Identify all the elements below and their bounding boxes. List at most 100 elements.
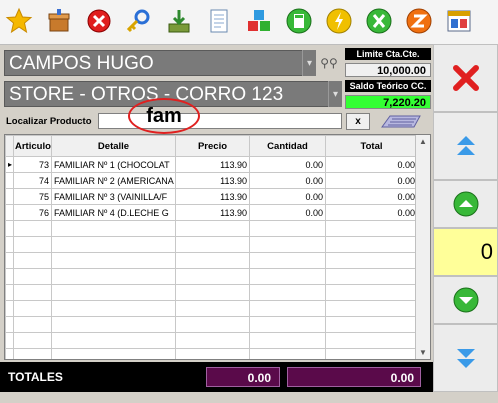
customer-select[interactable]: CAMPOS HUGO [4,50,316,76]
cell-total [325,300,418,317]
cell-detalle: FAMILIAR Nº 1 (CHOCOLAT [51,156,176,173]
cell-precio: 113.90 [175,188,250,205]
cell-total [325,236,418,253]
cell-articulo [13,316,52,333]
double-chevron-down-icon [456,349,475,368]
column-header-cantidad[interactable]: Cantidad [249,135,326,157]
arrow-up-icon [453,191,478,217]
cell-cantidad[interactable] [249,220,326,237]
cell-cantidad[interactable] [249,332,326,349]
window-icon[interactable] [444,6,474,36]
table-row[interactable] [5,268,418,285]
totals-quantity: 0.00 [206,367,280,387]
page-up-button[interactable] [433,112,498,180]
cell-detalle [51,348,176,359]
binoculars-icon[interactable]: ⚲⚲ [318,53,340,73]
lightning-icon[interactable] [324,6,354,36]
cell-precio [175,348,250,359]
cell-total [325,220,418,237]
cell-cantidad[interactable] [249,252,326,269]
document-icon[interactable] [204,6,234,36]
table-row[interactable]: 74 FAMILIAR Nº 2 (AMERICANA 113.90 0.00 0.00 [5,172,418,189]
cell-detalle [51,220,176,237]
column-header-detalle[interactable]: Detalle [51,135,176,157]
cell-cantidad[interactable] [249,268,326,285]
table-row[interactable]: 76 FAMILIAR Nº 4 (D.LECHE G 113.90 0.00 0.00 [5,204,418,221]
scroll-down-icon[interactable]: ▼ [419,348,427,357]
cell-cantidad[interactable] [249,316,326,333]
cell-total [325,316,418,333]
cell-detalle [51,332,176,349]
table-row[interactable]: 75 FAMILIAR Nº 3 (VAINILLA/F 113.90 0.00 0.0… [5,188,418,205]
download-icon[interactable] [164,6,194,36]
table-row[interactable]: ▸ 73 FAMILIAR Nº 1 (CHOCOLAT 113.90 0.00 0.00 [5,156,418,173]
cell-indicator: ▸ [5,156,14,173]
keyboard-icon[interactable] [378,112,424,131]
cell-articulo: 74 [13,172,52,189]
totals-bar: TOTALES 0.00 0.00 [0,362,433,392]
scroll-up-icon[interactable]: ▲ [419,137,427,146]
cell-total: 0.00 [325,156,418,173]
cell-indicator [5,348,14,359]
zeta-icon[interactable] [404,6,434,36]
products-table: Articulo Detalle Precio Cantidad Total ▸… [4,134,431,360]
table-row[interactable] [5,284,418,301]
cell-indicator [5,300,14,317]
clear-search-button[interactable]: x [346,113,370,130]
cell-articulo: 73 [13,156,52,173]
column-header-articulo[interactable]: Articulo [13,135,52,157]
close-button[interactable] [433,44,498,112]
key-search-icon[interactable] [124,6,154,36]
page-down-button[interactable] [433,324,498,392]
search-annotation: fam [128,98,200,134]
table-row[interactable] [5,332,418,349]
box-icon[interactable] [44,6,74,36]
cell-total: 0.00 [325,204,418,221]
row-indicator-header [5,135,14,157]
cell-detalle [51,252,176,269]
search-row: Localizar Producto x fam [0,98,433,134]
cell-cantidad[interactable]: 0.00 [249,156,326,173]
table-row[interactable] [5,348,418,359]
cell-cantidad[interactable]: 0.00 [249,204,326,221]
cubes-icon[interactable] [244,6,274,36]
table-row[interactable] [5,316,418,333]
table-row[interactable] [5,236,418,253]
column-header-precio[interactable]: Precio [175,135,250,157]
excel-icon[interactable] [364,6,394,36]
totals-amount: 0.00 [287,367,421,387]
row-down-button[interactable] [433,276,498,324]
cell-precio [175,268,250,285]
star-icon[interactable] [4,6,34,36]
cell-detalle: FAMILIAR Nº 3 (VAINILLA/F [51,188,176,205]
table-row[interactable] [5,300,418,317]
column-header-total[interactable]: Total [325,135,418,157]
cell-indicator [5,268,14,285]
table-row[interactable] [5,220,418,237]
cancel-icon[interactable] [84,6,114,36]
cell-articulo [13,348,52,359]
cell-precio: 113.90 [175,156,250,173]
table-scrollbar[interactable]: ▲ ▼ [415,135,430,359]
chevron-down-icon[interactable]: ▾ [302,50,316,76]
cell-precio [175,220,250,237]
cell-total [325,268,418,285]
cell-cantidad[interactable] [249,284,326,301]
cell-indicator [5,284,14,301]
cell-indicator [5,236,14,253]
cell-cantidad[interactable] [249,348,326,359]
row-up-button[interactable] [433,180,498,228]
cell-cantidad[interactable]: 0.00 [249,172,326,189]
status-bar [0,392,433,403]
cell-cantidad[interactable] [249,300,326,317]
customer-name: CAMPOS HUGO [9,53,154,74]
chevron-down-icon[interactable]: ▾ [328,81,342,107]
balance-label: Saldo Teórico CC. [345,80,431,92]
cell-articulo [13,268,52,285]
table-row[interactable] [5,252,418,269]
calculator-icon[interactable] [284,6,314,36]
cell-cantidad[interactable]: 0.00 [249,188,326,205]
cell-cantidad[interactable] [249,236,326,253]
cell-articulo [13,252,52,269]
cell-detalle [51,316,176,333]
